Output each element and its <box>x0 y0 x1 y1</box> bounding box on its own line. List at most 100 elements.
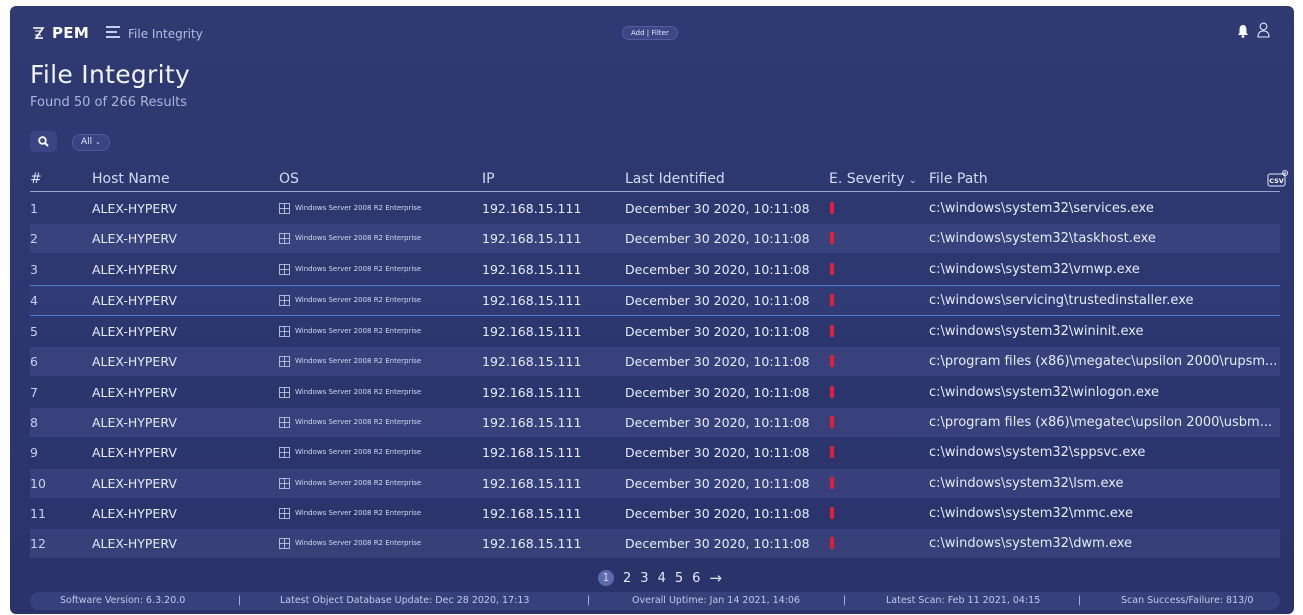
host-name: ALEX-HYPERV <box>92 384 177 400</box>
column-header-ip[interactable]: IP <box>482 171 495 187</box>
file-path: c:\windows\system32\taskhost.exe <box>929 231 1156 247</box>
status-footer: Software Version: 6.3.20.0 | Latest Obje… <box>30 592 1280 610</box>
os-name: Windows Server 2008 R2 Enterprise <box>295 204 422 212</box>
os-name: Windows Server 2008 R2 Enterprise <box>295 539 422 548</box>
last-identified: December 30 2020, 10:11:08 <box>625 536 810 552</box>
windows-icon <box>279 447 290 459</box>
os-name: Windows Server 2008 R2 Enterprise <box>295 357 422 366</box>
os-cell: Windows Server 2008 R2 Enterprise <box>279 317 459 346</box>
breadcrumb[interactable]: File Integrity <box>128 27 203 41</box>
severity-cell <box>829 438 869 467</box>
software-version: Software Version: 6.3.20.0 <box>60 595 186 606</box>
brand-name: PEM <box>52 24 90 42</box>
results-count: Found 50 of 266 Results <box>30 95 188 110</box>
table-header: # Host Name OS IP Last Identified E. Sev… <box>30 169 1289 192</box>
table-row[interactable]: 1 ALEX-HYPERV Windows Server 2008 R2 Enter… <box>30 194 1280 223</box>
os-cell: Windows Server 2008 R2 Enterprise <box>279 286 459 315</box>
ip-address: 192.168.15.111 <box>482 445 582 461</box>
page-2[interactable]: 2 <box>623 571 631 586</box>
column-header-last-identified[interactable]: Last Identified <box>625 171 725 187</box>
table-row[interactable]: 3 ALEX-HYPERV Windows Server 2008 R2 Enter… <box>30 255 1280 284</box>
table-row[interactable]: 7 ALEX-HYPERV Windows Server 2008 R2 Enter… <box>30 378 1280 407</box>
filter-dropdown[interactable]: All ⌄ <box>72 134 110 151</box>
table-row[interactable]: 2 ALEX-HYPERV Windows Server 2008 R2 Enter… <box>30 224 1280 254</box>
table-row[interactable]: 4 ALEX-HYPERV Windows Server 2008 R2 Enter… <box>30 284 1280 316</box>
user-icon[interactable] <box>1257 22 1270 38</box>
table-row[interactable]: 10 ALEX-HYPERV Windows Server 2008 R2 Ente… <box>30 468 1280 498</box>
last-identified: December 30 2020, 10:11:08 <box>625 324 810 340</box>
windows-icon <box>279 477 290 489</box>
page-3[interactable]: 3 <box>640 571 648 586</box>
column-header-os[interactable]: OS <box>279 171 299 187</box>
table-row[interactable]: 8 ALEX-HYPERV Windows Server 2008 R2 Enter… <box>30 408 1280 438</box>
add-filter-button[interactable]: Add | Filter <box>622 26 678 40</box>
last-identified: December 30 2020, 10:11:08 <box>625 384 810 400</box>
file-path: c:\windows\system32\services.exe <box>929 201 1154 216</box>
last-identified: December 30 2020, 10:11:08 <box>625 445 810 461</box>
table-row[interactable]: 9 ALEX-HYPERV Windows Server 2008 R2 Enter… <box>30 438 1280 467</box>
severity-cell <box>829 499 869 528</box>
next-page-arrow-icon[interactable]: → <box>709 569 722 587</box>
page-4[interactable]: 4 <box>658 571 666 586</box>
os-name: Windows Server 2008 R2 Enterprise <box>295 478 422 487</box>
file-path: c:\windows\system32\lsm.exe <box>929 475 1124 491</box>
os-cell: Windows Server 2008 R2 Enterprise <box>279 194 459 223</box>
host-name: ALEX-HYPERV <box>92 505 177 521</box>
table-row[interactable]: 5 ALEX-HYPERV Windows Server 2008 R2 Enter… <box>30 317 1280 346</box>
table-row[interactable]: 12 ALEX-HYPERV Windows Server 2008 R2 Ente… <box>30 529 1280 559</box>
last-identified: December 30 2020, 10:11:08 <box>625 354 810 370</box>
os-cell: Windows Server 2008 R2 Enterprise <box>279 469 459 498</box>
search-button[interactable] <box>30 131 57 152</box>
column-header-severity[interactable]: E. Severity ⌄ <box>829 171 917 187</box>
last-identified: December 30 2020, 10:11:08 <box>625 415 810 431</box>
csv-export-icon[interactable]: CSV <box>1267 169 1289 188</box>
file-path: c:\program files (x86)\megatec\upsilon 2… <box>929 415 1273 431</box>
column-header-number[interactable]: # <box>30 171 42 187</box>
filter-value: All <box>81 137 93 147</box>
column-header-file-path[interactable]: File Path <box>929 171 988 187</box>
file-path: c:\windows\system32\wininit.exe <box>929 324 1144 340</box>
os-cell: Windows Server 2008 R2 Enterprise <box>279 378 459 407</box>
hamburger-menu-icon[interactable] <box>106 26 120 38</box>
row-number: 3 <box>30 261 38 277</box>
os-cell: Windows Server 2008 R2 Enterprise <box>279 499 459 528</box>
page-6[interactable]: 6 <box>692 571 700 586</box>
file-path: c:\program files (x86)\megatec\upsilon 2… <box>929 354 1278 370</box>
windows-icon <box>279 294 290 306</box>
windows-icon <box>279 326 290 338</box>
bell-icon[interactable] <box>1237 24 1249 38</box>
table-row[interactable]: 6 ALEX-HYPERV Windows Server 2008 R2 Enter… <box>30 347 1280 377</box>
column-header-host[interactable]: Host Name <box>92 171 170 187</box>
severity-header-label: E. Severity <box>829 171 905 187</box>
page-5[interactable]: 5 <box>675 571 683 586</box>
severity-cell <box>829 347 869 376</box>
os-cell: Windows Server 2008 R2 Enterprise <box>279 438 459 467</box>
footer-separator: | <box>843 595 847 606</box>
host-name: ALEX-HYPERV <box>92 475 177 491</box>
footer-separator: | <box>238 595 242 606</box>
severity-indicator <box>830 476 834 489</box>
row-number: 6 <box>30 354 38 370</box>
os-name: Windows Server 2008 R2 Enterprise <box>295 508 422 517</box>
severity-cell <box>829 286 869 315</box>
severity-indicator <box>830 325 834 338</box>
last-identified: December 30 2020, 10:11:08 <box>625 475 810 491</box>
file-path: c:\windows\system32\sppsvc.exe <box>929 445 1146 461</box>
table-row[interactable]: 11 ALEX-HYPERV Windows Server 2008 R2 Ente… <box>30 499 1280 528</box>
os-cell: Windows Server 2008 R2 Enterprise <box>279 224 459 253</box>
top-bar: PEM File Integrity Add | Filter <box>10 6 1294 50</box>
row-number: 10 <box>30 475 46 491</box>
brand[interactable]: PEM <box>30 24 89 42</box>
row-number: 2 <box>30 231 38 247</box>
latest-scan: Latest Scan: Feb 11 2021, 04:15 <box>886 595 1041 606</box>
os-cell: Windows Server 2008 R2 Enterprise <box>279 255 459 284</box>
host-name: ALEX-HYPERV <box>92 231 177 247</box>
page-1[interactable]: 1 <box>598 570 614 586</box>
overall-uptime: Overall Uptime: Jan 14 2021, 14:06 <box>632 595 801 606</box>
os-cell: Windows Server 2008 R2 Enterprise <box>279 347 459 376</box>
os-name: Windows Server 2008 R2 Enterprise <box>295 264 422 273</box>
severity-indicator <box>830 293 834 306</box>
chevron-down-icon: ⌄ <box>909 176 917 186</box>
file-path: c:\windows\system32\vmwp.exe <box>929 261 1140 277</box>
footer-separator: | <box>1078 595 1082 606</box>
